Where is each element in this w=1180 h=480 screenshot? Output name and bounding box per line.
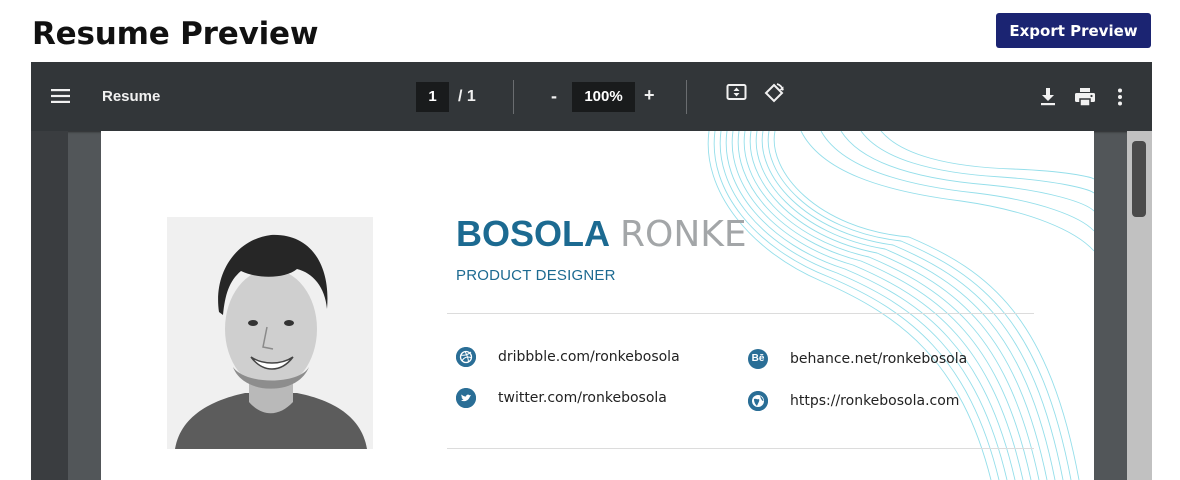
scrollbar-thumb[interactable]	[1132, 141, 1146, 217]
viewer-side-panel	[31, 131, 68, 480]
job-title: PRODUCT DESIGNER	[456, 267, 616, 284]
zoom-in-button[interactable]: +	[644, 85, 655, 106]
globe-icon	[748, 391, 768, 411]
page-total: / 1	[458, 88, 476, 105]
profile-photo	[167, 217, 373, 449]
download-icon[interactable]	[1040, 88, 1056, 111]
behance-link[interactable]: behance.net/ronkebosola	[790, 351, 967, 367]
menu-icon[interactable]	[51, 88, 71, 109]
behance-icon: Bē	[748, 349, 768, 369]
zoom-out-button[interactable]: -	[551, 86, 557, 107]
website-link[interactable]: https://ronkebosola.com	[790, 393, 959, 409]
divider-line	[447, 313, 1034, 314]
toolbar-divider	[686, 80, 687, 114]
fit-to-page-icon[interactable]	[726, 83, 748, 108]
divider-line	[447, 448, 1034, 449]
last-name: RONKE	[620, 214, 747, 255]
dribbble-link[interactable]: dribbble.com/ronkebosola	[498, 349, 680, 365]
viewer-toolbar: Resume 1 / 1 - 100% +	[31, 62, 1152, 131]
contact-behance: Bē behance.net/ronkebosola	[748, 349, 967, 369]
page-number-input[interactable]: 1	[416, 82, 449, 112]
page-title: Resume Preview	[32, 16, 319, 52]
contact-twitter: twitter.com/ronkebosola	[456, 388, 667, 408]
toolbar-divider	[513, 80, 514, 114]
contact-website: https://ronkebosola.com	[748, 391, 959, 411]
more-options-icon[interactable]	[1117, 88, 1123, 111]
print-icon[interactable]	[1075, 88, 1095, 111]
contact-dribbble: dribbble.com/ronkebosola	[456, 347, 680, 367]
twitter-icon	[456, 388, 476, 408]
export-preview-button[interactable]: Export Preview	[996, 13, 1151, 48]
rotate-icon[interactable]	[763, 82, 785, 109]
pdf-viewer: Resume 1 / 1 - 100% + BOSOLA RONKE PRODU…	[31, 62, 1152, 480]
twitter-link[interactable]: twitter.com/ronkebosola	[498, 390, 667, 406]
resume-page: BOSOLA RONKE PRODUCT DESIGNER dribbble.c…	[101, 131, 1094, 480]
first-name: BOSOLA	[456, 213, 611, 254]
zoom-level-input[interactable]: 100%	[572, 82, 635, 112]
dribbble-icon	[456, 347, 476, 367]
document-title: Resume	[102, 88, 161, 105]
resume-name: BOSOLA RONKE	[456, 213, 747, 255]
